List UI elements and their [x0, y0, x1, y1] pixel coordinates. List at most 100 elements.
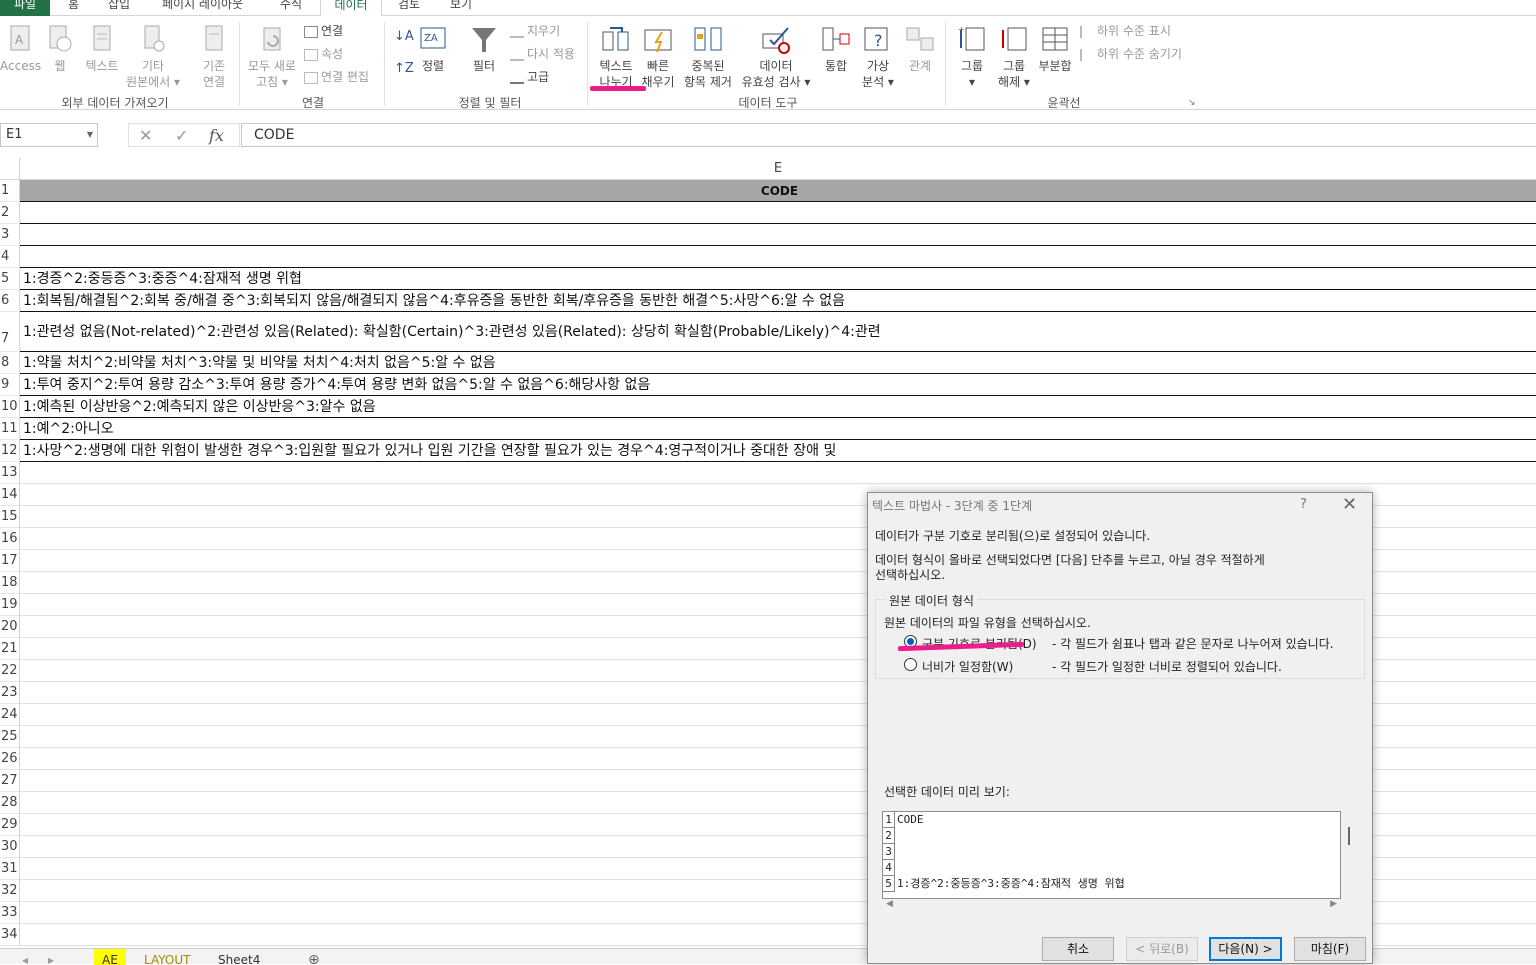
data-validation-button[interactable]: 데이터 유효성 검사 ▾ — [738, 24, 814, 90]
cancel-button[interactable]: 취소 — [1042, 937, 1114, 961]
next-button[interactable]: 다음(N) > — [1209, 937, 1282, 961]
tab-review[interactable]: 검토 — [398, 0, 420, 16]
row-header[interactable]: 19 — [0, 594, 20, 616]
chevron-down-icon[interactable]: ▼ — [87, 124, 93, 146]
row-header[interactable]: 10 — [0, 396, 20, 418]
scroll-right-icon[interactable]: ▸ — [40, 949, 62, 965]
table-cell[interactable]: 1:약물 처치^2:비약물 처치^3:약물 및 비약물 처치^4:처치 없음^5… — [20, 352, 1536, 374]
table-cell[interactable]: 1:예측된 이상반응^2:예측되지 않은 이상반응^3:알수 없음 — [20, 396, 1536, 418]
select-all-corner[interactable] — [0, 158, 20, 180]
properties-button[interactable]: 속성 — [304, 45, 343, 63]
row-header[interactable]: 21 — [0, 638, 20, 660]
advanced-filter-button[interactable]: 고급 — [510, 68, 549, 86]
row-header[interactable]: 29 — [0, 814, 20, 836]
table-cell[interactable]: 1:관련성 없음(Not-related)^2:관련성 있음(Related):… — [20, 312, 1536, 352]
enter-icon[interactable]: ✓ — [175, 126, 188, 145]
name-box[interactable]: E1 ▼ — [0, 123, 98, 147]
relationships-button[interactable]: 관계 — [900, 24, 940, 74]
consolidate-button[interactable]: 통합 — [818, 24, 854, 74]
show-detail-button[interactable]: 하위 수준 표시 — [1080, 22, 1171, 40]
ungroup-button[interactable]: 그룹 해제 ▾ — [994, 24, 1034, 90]
tab-insert[interactable]: 삽입 — [108, 0, 130, 16]
connections-button[interactable]: 연결 — [304, 22, 343, 40]
tab-formulas[interactable]: 수식 — [280, 0, 302, 16]
row-header[interactable]: 5 — [0, 268, 20, 290]
reapply-button[interactable]: 다시 적용 — [510, 45, 575, 63]
row-header[interactable]: 30 — [0, 836, 20, 858]
row-header[interactable]: 22 — [0, 660, 20, 682]
table-cell[interactable] — [20, 462, 1536, 484]
sort-button[interactable]: ZA 정렬 — [416, 24, 450, 74]
edit-links-button[interactable]: 연결 편집 — [304, 68, 369, 86]
subtotal-button[interactable]: 부분합 — [1034, 24, 1076, 74]
sheet-tab-layout[interactable]: LAYOUT — [136, 949, 198, 965]
row-header[interactable]: 20 — [0, 616, 20, 638]
row-header[interactable]: 32 — [0, 880, 20, 902]
from-text-button[interactable]: 텍스트 — [82, 24, 122, 74]
access-button[interactable]: A Access — [0, 24, 41, 74]
row-header[interactable]: 9 — [0, 374, 20, 396]
existing-connections-button[interactable]: 기존 연결 — [194, 24, 234, 90]
row-header[interactable]: 27 — [0, 770, 20, 792]
row-header[interactable]: 12 — [0, 440, 20, 462]
row-header[interactable]: 7 — [0, 312, 20, 352]
back-button[interactable]: < 뒤로(B) — [1126, 937, 1198, 961]
tab-page-layout[interactable]: 페이지 레이아웃 — [162, 0, 243, 16]
table-cell[interactable] — [20, 224, 1536, 246]
sheet-tab-sheet4[interactable]: Sheet4 — [210, 949, 268, 965]
row-header[interactable]: 6 — [0, 290, 20, 312]
dialog-launcher-icon[interactable]: ↘ — [1188, 94, 1196, 112]
refresh-all-button[interactable]: 모두 새로 고침 ▾ — [244, 24, 300, 90]
tab-file[interactable]: 파일 — [0, 0, 50, 16]
header-cell[interactable]: CODE — [20, 180, 1536, 202]
row-header[interactable]: 2 — [0, 202, 20, 224]
preview-horizontal-scrollbar[interactable]: ◀ ▶ — [882, 899, 1341, 915]
hide-detail-button[interactable]: 하위 수준 숨기기 — [1080, 45, 1182, 63]
row-header[interactable]: 4 — [0, 246, 20, 268]
what-if-analysis-button[interactable]: ? 가상 분석 ▾ — [858, 24, 898, 90]
finish-button[interactable]: 마침(F) — [1294, 937, 1366, 961]
scroll-left-icon[interactable]: ◂ — [14, 949, 36, 965]
row-header[interactable]: 18 — [0, 572, 20, 594]
web-button[interactable]: 웹 — [46, 24, 74, 74]
tab-data[interactable]: 데이터 — [320, 0, 382, 16]
row-header[interactable]: 24 — [0, 704, 20, 726]
sort-descending-icon[interactable]: ↑Z — [394, 60, 414, 78]
table-cell[interactable] — [20, 202, 1536, 224]
fixed-width-label[interactable]: 너비가 일정함(W) — [922, 658, 1013, 675]
row-header[interactable]: 3 — [0, 224, 20, 246]
row-header[interactable]: 8 — [0, 352, 20, 374]
row-header[interactable]: 31 — [0, 858, 20, 880]
filter-button[interactable]: 필터 — [466, 24, 502, 74]
cancel-icon[interactable]: ✕ — [139, 126, 152, 145]
table-cell[interactable]: 1:투여 중지^2:투여 용량 감소^3:투여 용량 증가^4:투여 용량 변화… — [20, 374, 1536, 396]
row-header[interactable]: 16 — [0, 528, 20, 550]
insert-function-icon[interactable]: fx — [209, 126, 224, 145]
row-header[interactable]: 23 — [0, 682, 20, 704]
scroll-left-icon[interactable]: ◀ — [886, 899, 893, 909]
table-cell[interactable] — [20, 246, 1536, 268]
row-header[interactable]: 11 — [0, 418, 20, 440]
tab-home[interactable]: 홈 — [68, 0, 79, 16]
preview-vertical-scrollbar[interactable] — [1348, 827, 1350, 845]
group-button[interactable]: + 그룹 ▾ — [952, 24, 992, 90]
other-sources-button[interactable]: 기타 원본에서 ▾ — [122, 24, 184, 90]
row-header[interactable]: 14 — [0, 484, 20, 506]
formula-input[interactable]: CODE — [241, 123, 1536, 147]
remove-duplicates-button[interactable]: 중복된 항목 제거 — [680, 24, 736, 90]
data-preview[interactable]: 12345 CODE 1:경증^2:중등증^3:중증^4:잠재적 생명 위협 — [882, 811, 1341, 899]
text-to-columns-button[interactable]: 텍스트 나누기 — [596, 24, 636, 90]
clear-filter-button[interactable]: 지우기 — [510, 22, 560, 40]
table-cell[interactable]: 1:예^2:아니오 — [20, 418, 1536, 440]
close-icon[interactable]: ✕ — [1342, 494, 1357, 515]
flash-fill-button[interactable]: 빠른 채우기 — [638, 24, 678, 90]
table-cell[interactable]: 1:경증^2:중등증^3:중증^4:잠재적 생명 위협 — [20, 268, 1536, 290]
sheet-tab-ae[interactable]: AE — [94, 949, 126, 965]
help-icon[interactable]: ? — [1300, 497, 1307, 512]
row-header[interactable]: 13 — [0, 462, 20, 484]
add-sheet-icon[interactable]: ⊕ — [300, 949, 328, 965]
row-header[interactable]: 28 — [0, 792, 20, 814]
row-header[interactable]: 15 — [0, 506, 20, 528]
row-header[interactable]: 33 — [0, 902, 20, 924]
row-header[interactable]: 1 — [0, 180, 20, 202]
